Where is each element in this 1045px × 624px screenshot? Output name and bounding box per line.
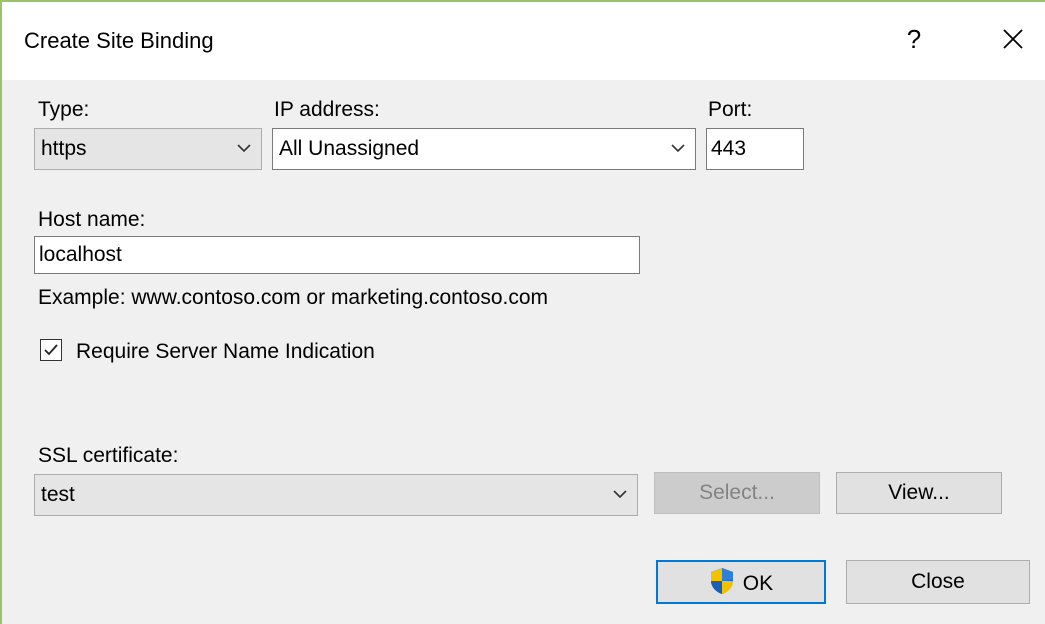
help-icon[interactable]: ? <box>897 22 931 56</box>
close-button[interactable]: Close <box>846 560 1030 604</box>
type-dropdown[interactable]: https <box>34 128 262 170</box>
dialog-title: Create Site Binding <box>24 28 214 53</box>
port-value: 443 <box>711 137 747 160</box>
chevron-down-icon <box>237 144 251 153</box>
host-name-input[interactable]: localhost <box>34 236 640 274</box>
uac-shield-icon <box>710 568 733 594</box>
ip-address-label: IP address: <box>274 98 380 121</box>
checkmark-icon <box>44 344 58 356</box>
view-button-label: View... <box>888 481 950 504</box>
host-name-label: Host name: <box>38 208 146 231</box>
sni-checkbox[interactable] <box>40 339 62 361</box>
chevron-down-icon <box>671 144 685 153</box>
type-value: https <box>41 137 87 160</box>
close-icon[interactable] <box>994 20 1032 58</box>
create-site-binding-dialog: Create Site Binding ? Type: https IP add… <box>0 0 1045 624</box>
select-button-label: Select... <box>699 481 775 504</box>
view-certificate-button[interactable]: View... <box>836 472 1002 514</box>
ip-address-dropdown[interactable]: All Unassigned <box>272 128 696 170</box>
close-button-label: Close <box>911 570 965 593</box>
sni-label[interactable]: Require Server Name Indication <box>76 340 375 364</box>
title-bar: Create Site Binding ? <box>2 2 1045 80</box>
port-label: Port: <box>708 98 753 121</box>
host-name-value: localhost <box>39 243 122 266</box>
ok-button[interactable]: OK <box>656 560 826 604</box>
select-certificate-button[interactable]: Select... <box>654 472 820 514</box>
ssl-certificate-value: test <box>41 483 75 506</box>
ssl-certificate-dropdown[interactable]: test <box>34 474 638 516</box>
ip-address-value: All Unassigned <box>279 137 420 160</box>
ssl-certificate-label: SSL certificate: <box>38 444 179 467</box>
chevron-down-icon <box>613 490 627 499</box>
host-name-example: Example: www.contoso.com or marketing.co… <box>38 286 549 309</box>
port-input[interactable]: 443 <box>706 128 804 170</box>
type-label: Type: <box>38 98 90 121</box>
ok-button-label: OK <box>742 572 774 595</box>
